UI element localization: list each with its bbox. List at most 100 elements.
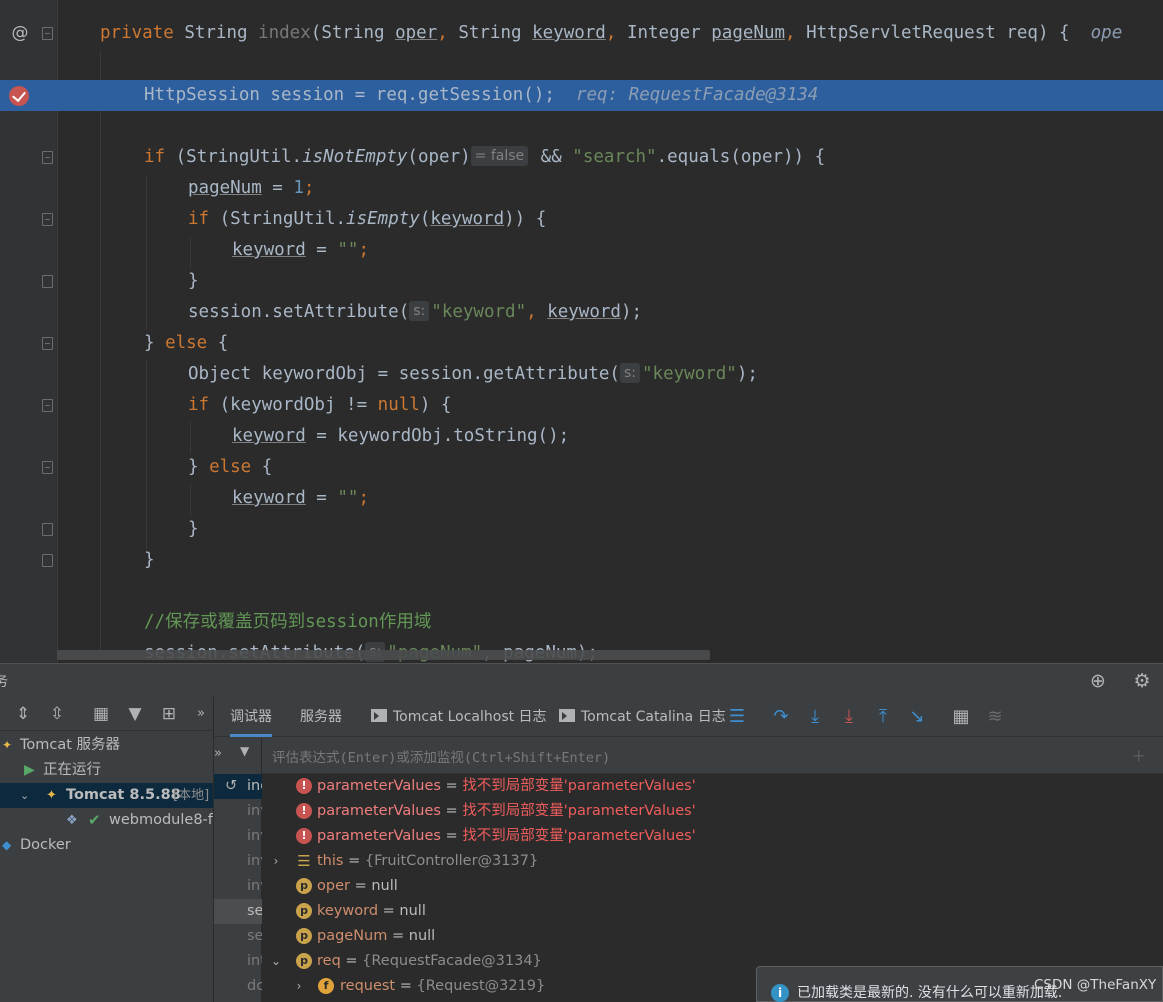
filter-icon[interactable]: ▼ [123,702,147,726]
tab-server[interactable]: 服务器 [300,697,342,737]
code-editor[interactable]: @ private String index(String oper, Stri… [0,0,1163,663]
more-icon[interactable]: » [214,746,222,761]
panel-header: 务 ⊕ ⚙ [0,663,1163,697]
services-tree: ✦ Tomcat 服务器 ▶ 正在运行 ⌄ ✦ Tomcat 8.5.88 [本… [0,733,214,1002]
frame-item[interactable]: inv [214,874,262,899]
check-icon: ✔ [88,811,101,829]
parameter-icon: p [296,878,312,894]
chevron-down-icon[interactable]: ⌄ [269,949,283,974]
variable-row[interactable]: p pageNum = null [262,924,1163,949]
code-line[interactable]: keyword = ""; [0,235,1163,266]
tab-debugger[interactable]: 调试器 [230,697,272,737]
frame-item[interactable]: inv [214,799,262,824]
variable-row[interactable]: p oper = null [262,874,1163,899]
tab-localhost-log[interactable]: Tomcat Localhost 日志 [371,697,547,737]
console-icon [559,709,575,722]
override-at-icon[interactable]: @ [10,18,30,49]
current-execution-line[interactable]: HttpSession session = req.getSession(); … [0,80,1163,111]
docker-icon: ◆ [2,838,12,852]
panel-title: 务 [0,674,8,690]
step-into-icon[interactable]: ⤓ [803,705,827,729]
code-line[interactable]: } else { [0,452,1163,483]
horizontal-scrollbar[interactable] [57,650,710,660]
variable-row[interactable]: › ☰ this = {FruitController@3137} [262,849,1163,874]
console-icon [371,709,387,722]
frame-item[interactable]: int [214,949,262,974]
code-line[interactable]: keyword = ""; [0,483,1163,514]
info-icon: i [771,984,789,1002]
gear-icon[interactable]: ⚙ [1130,669,1154,693]
frame-item[interactable]: inv [214,849,262,874]
error-icon: ! [296,828,312,844]
expand-all-icon[interactable]: ⇕ [11,702,35,726]
error-icon: ! [296,778,312,794]
trace-icon[interactable]: ≋ [983,705,1007,729]
chevron-right-icon[interactable]: › [269,849,283,874]
code-line[interactable]: } [0,514,1163,545]
breakpoint-icon[interactable] [9,86,29,106]
add-service-icon[interactable]: ⊞ [157,702,181,726]
tab-catalina-log[interactable]: Tomcat Catalina 日志 [559,697,726,737]
variable-row[interactable]: ! parameterValues = 找不到局部变量'parameterVal… [262,774,1163,799]
crosshair-icon[interactable]: ⊕ [1086,669,1110,693]
error-icon: ! [296,803,312,819]
code-line[interactable]: Object keywordObj = session.getAttribute… [0,359,1163,390]
artifact-icon: ❖ [66,813,78,828]
add-watch-icon[interactable]: + [1132,746,1145,765]
tree-item-running[interactable]: ▶ 正在运行 [0,758,214,783]
fold-end-icon[interactable] [42,523,53,536]
parameter-icon: p [296,928,312,944]
fold-end-icon[interactable] [42,554,53,567]
parameter-icon: p [296,903,312,919]
collapse-all-icon[interactable]: ⇳ [45,702,69,726]
tree-item-artifact[interactable]: ❖ ✔ webmodule8-fr [0,808,214,833]
fold-marker-icon[interactable] [42,151,53,164]
code-line[interactable]: if (StringUtil.isNotEmpty(oper) = false &… [0,142,1163,173]
frame-item[interactable]: do [214,974,262,999]
menu-lines-icon[interactable]: ☰ [725,705,749,729]
inline-value-hint: = false [470,146,529,166]
evaluate-input[interactable]: 评估表达式(Enter)或添加监视(Ctrl+Shift+Enter) [272,746,610,766]
code-line[interactable]: } [0,266,1163,297]
code-line[interactable]: if (keywordObj != null) { [0,390,1163,421]
code-line[interactable]: } [0,545,1163,576]
step-out-icon[interactable]: ⤒ [871,705,895,729]
group-by-icon[interactable]: ▦ [89,702,113,726]
force-step-into-icon[interactable]: ⤓ [837,705,861,729]
tree-item-tomcat-instance[interactable]: ⌄ ✦ Tomcat 8.5.88 [本地] [0,783,214,808]
evaluate-icon[interactable]: ▦ [949,705,973,729]
fold-marker-icon[interactable] [42,337,53,350]
tree-item-docker[interactable]: ◆ Docker [0,833,214,858]
variable-row[interactable]: ! parameterValues = 找不到局部变量'parameterVal… [262,799,1163,824]
frame-item[interactable]: se [214,924,262,949]
chevron-right-icon[interactable]: › [292,974,306,999]
code-line[interactable]: pageNum = 1; [0,173,1163,204]
chevron-down-icon[interactable]: ▼ [240,744,249,758]
frame-item[interactable]: se [214,899,262,924]
fold-marker-icon[interactable] [42,461,53,474]
evaluate-expression-bar[interactable]: 评估表达式(Enter)或添加监视(Ctrl+Shift+Enter) + [262,738,1163,774]
chevron-down-icon[interactable]: ⌄ [20,783,29,808]
variable-row[interactable]: p keyword = null [262,899,1163,924]
code-line[interactable]: @ private String index(String oper, Stri… [0,18,1163,49]
run-to-cursor-icon[interactable]: ↘ [905,705,929,729]
frame-item[interactable]: ↺ind [214,774,262,799]
frames-header: » ▼ [214,738,262,774]
variable-row[interactable]: ! parameterValues = 找不到局部变量'parameterVal… [262,824,1163,849]
frame-item[interactable]: inv [214,824,262,849]
fold-marker-icon[interactable] [42,399,53,412]
code-line[interactable]: if (StringUtil.isEmpty(keyword)) { [0,204,1163,235]
tree-item-tomcat-server[interactable]: ✦ Tomcat 服务器 [0,733,214,758]
code-line[interactable]: keyword = keywordObj.toString(); [0,421,1163,452]
run-icon: ▶ [24,762,35,778]
fold-end-icon[interactable] [42,275,53,288]
code-line[interactable]: } else { [0,328,1163,359]
code-line[interactable]: //保存或覆盖页码到session作用域 [0,607,1163,638]
object-icon: ☰ [297,852,311,870]
debug-tabs: 调试器 服务器 Tomcat Localhost 日志 Tomcat Catal… [214,697,1163,737]
fold-marker-icon[interactable] [42,213,53,226]
more-icon[interactable]: » [193,702,209,726]
step-over-icon[interactable]: ↷ [769,705,793,729]
fold-marker-icon[interactable] [42,27,53,40]
code-line[interactable]: session.setAttribute(s: "keyword", keywor… [0,297,1163,328]
